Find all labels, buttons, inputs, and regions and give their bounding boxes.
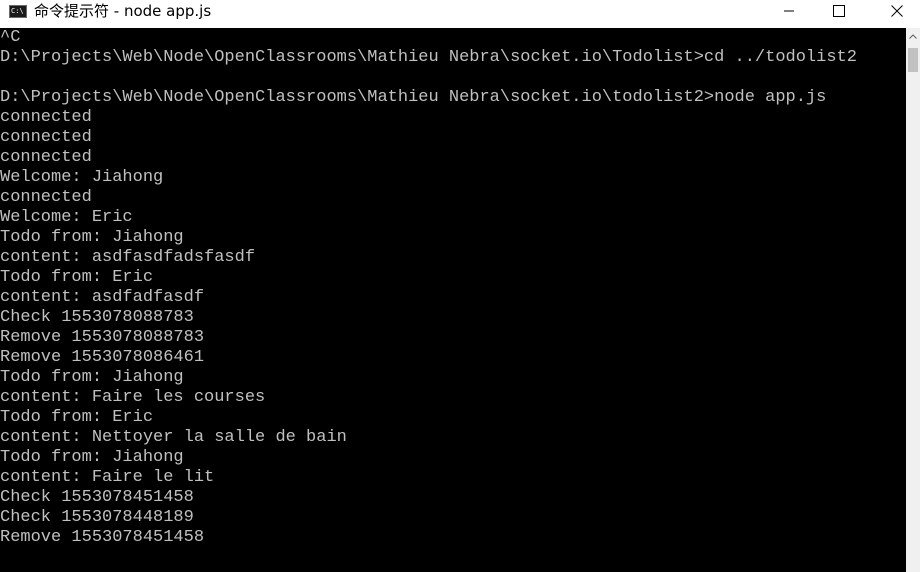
console-line: Todo from: Jiahong xyxy=(0,448,184,467)
console-line: ^C xyxy=(0,28,21,47)
title-bar[interactable]: C:\ 命令提示符 - node app.js xyxy=(0,0,920,28)
chevron-up-icon xyxy=(909,34,917,39)
console-line: content: Faire les courses xyxy=(0,388,266,407)
console-line: connected xyxy=(0,108,92,127)
console-line: connected xyxy=(0,188,92,207)
console-line: Welcome: Jiahong xyxy=(0,168,164,187)
command-prompt-icon[interactable]: C:\ xyxy=(9,5,27,18)
console-line: Remove 1553078086461 xyxy=(0,348,205,367)
close-button[interactable] xyxy=(874,0,920,22)
console-line: content: Nettoyer la salle de bain xyxy=(0,428,347,447)
scroll-thumb[interactable] xyxy=(908,48,918,72)
console-line: content: asdfasdfadsfasdf xyxy=(0,248,256,267)
console-output[interactable]: ^C D:\Projects\Web\Node\OpenClassrooms\M… xyxy=(0,28,906,572)
console-line: content: asdfadfasdf xyxy=(0,288,205,307)
console-line: content: Faire le lit xyxy=(0,468,215,487)
console-line: connected xyxy=(0,148,92,167)
maximize-icon xyxy=(833,5,845,17)
console-line: connected xyxy=(0,128,92,147)
console-line: D:\Projects\Web\Node\OpenClassrooms\Math… xyxy=(0,48,857,67)
console-line: D:\Projects\Web\Node\OpenClassrooms\Math… xyxy=(0,88,827,107)
vertical-scrollbar[interactable] xyxy=(906,28,920,572)
minimize-icon xyxy=(784,10,794,12)
console-line: Remove 1553078451458 xyxy=(0,528,205,547)
console-line: Check 1553078448189 xyxy=(0,508,194,527)
console-line: Todo from: Eric xyxy=(0,408,154,427)
maximize-button[interactable] xyxy=(816,0,862,22)
minimize-button[interactable] xyxy=(766,0,812,22)
window-title: 命令提示符 - node app.js xyxy=(34,2,212,20)
scroll-up-button[interactable] xyxy=(906,28,920,45)
console-line: Remove 1553078088783 xyxy=(0,328,205,347)
console-line: Check 1553078088783 xyxy=(0,308,194,327)
console-line: Check 1553078451458 xyxy=(0,488,194,507)
console-line: Todo from: Jiahong xyxy=(0,368,184,387)
console-line: Welcome: Eric xyxy=(0,208,133,227)
command-prompt-window: C:\ 命令提示符 - node app.js ^C D:\Projects\W… xyxy=(0,0,920,572)
console-line: Todo from: Eric xyxy=(0,268,154,287)
console-line: Todo from: Jiahong xyxy=(0,228,184,247)
close-icon xyxy=(891,5,903,17)
